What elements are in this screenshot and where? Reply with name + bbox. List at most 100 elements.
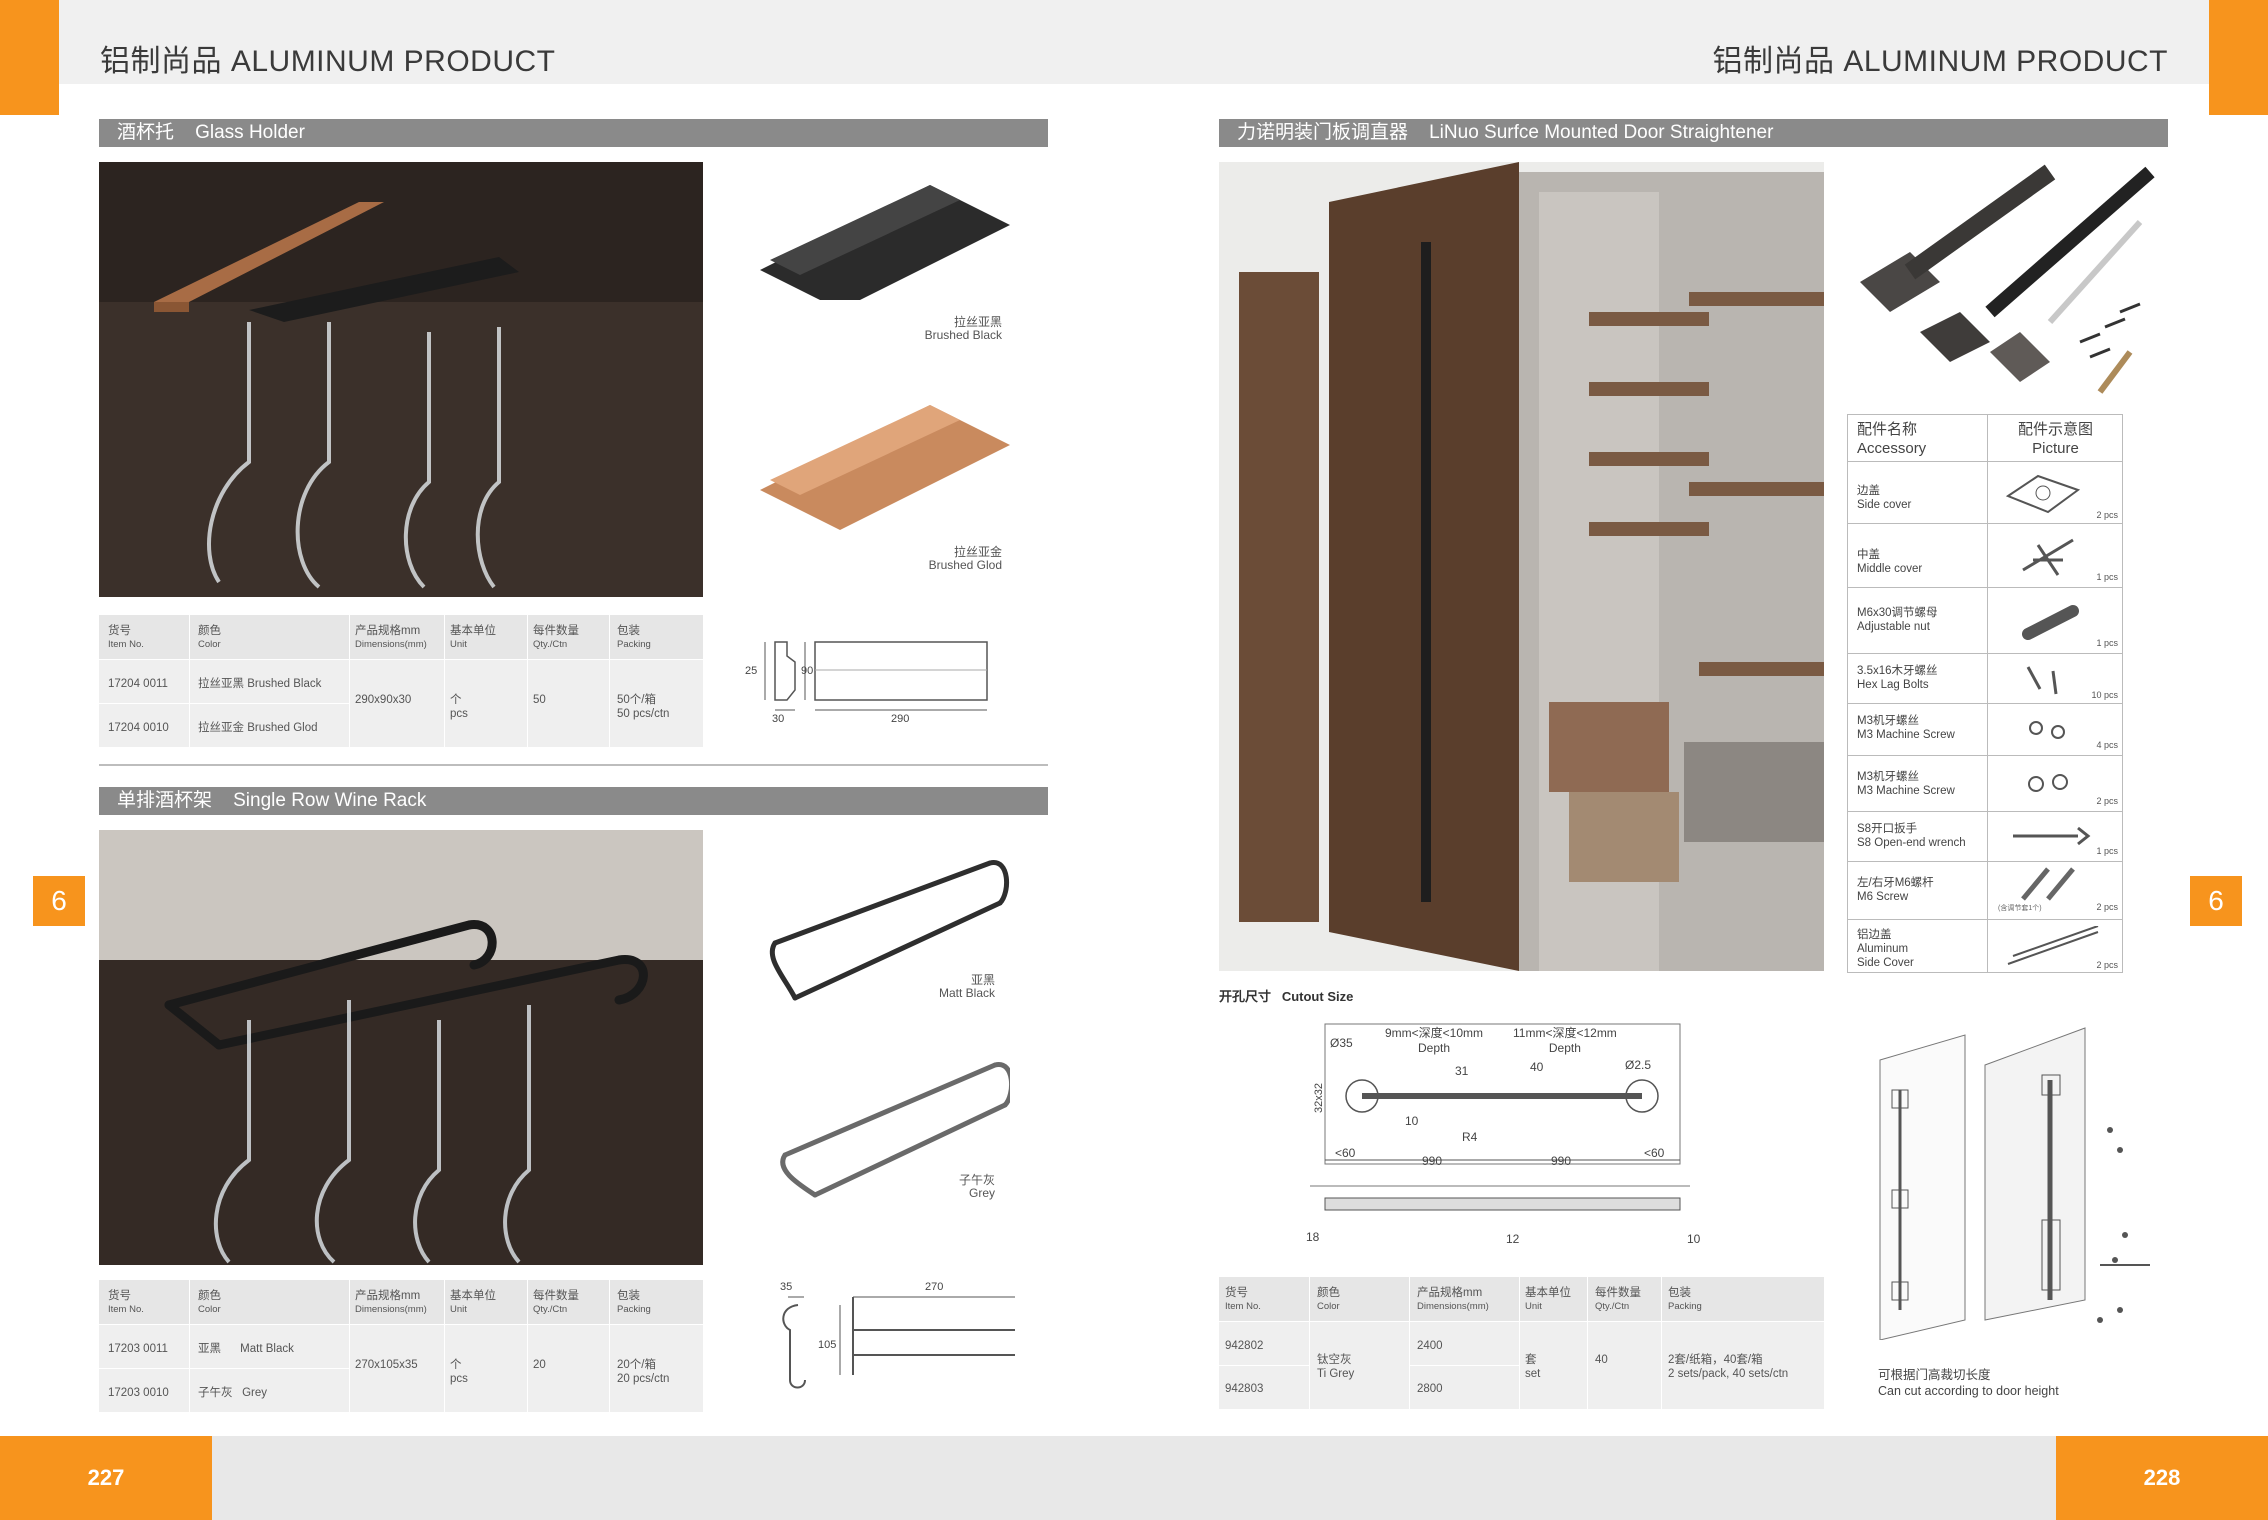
glass-holder-photo-illustration — [99, 162, 703, 597]
cutout-d25: Ø2.5 — [1625, 1058, 1652, 1072]
header-color-en: Color — [198, 1304, 221, 1315]
cutout-990-right: 990 — [1551, 1154, 1572, 1168]
hardware-illustration — [1860, 164, 2155, 394]
hex-lag-bolts-icon — [2026, 666, 2058, 695]
cutout-depth1: 9mm<深度<10mm Depth — [1385, 1026, 1484, 1055]
header-item-en: Item No. — [1225, 1301, 1261, 1312]
header-packing-cn: 包装 — [1668, 1287, 1691, 1299]
accessory-qty: 10 pcs — [2091, 690, 2118, 700]
installation-svg — [1879, 1027, 2150, 1341]
cutout-31: 31 — [1455, 1064, 1469, 1078]
m6-screw-icon — [2021, 867, 2075, 901]
qty-value: 40 — [1595, 1354, 1608, 1366]
wine-rack-spec-table: 货号 Item No. 颜色 Color 产品规格mm Dimensions(mm) … — [99, 1280, 703, 1412]
header-dim-en: Dimensions(mm) — [355, 639, 427, 650]
cutout-12: 12 — [1506, 1232, 1520, 1246]
packing-cn: 50个/箱 — [617, 694, 656, 706]
left-page-title: 铝制尚品 ALUMINUM PRODUCT — [100, 45, 556, 78]
header-item-cn: 货号 — [1225, 1287, 1248, 1299]
right-chapter-tab: 6 — [2190, 876, 2242, 926]
cutout-18: 18 — [1306, 1230, 1320, 1244]
cutout-drawing-svg — [1310, 1023, 1690, 1211]
accessory-qty: 2 pcs — [2096, 960, 2118, 970]
header-qty-cn: 每件数量 — [533, 625, 579, 637]
dim-35: 35 — [780, 1281, 793, 1293]
cutout-10-bottom: 10 — [1687, 1232, 1701, 1246]
left-chapter-tab: 6 — [33, 876, 85, 926]
unit-en: set — [1525, 1368, 1541, 1380]
color-en: Ti Grey — [1317, 1368, 1355, 1380]
glass-holder-spec-table: 货号 Item No. 颜色 Color 产品规格mm Dimensions(mm) … — [99, 615, 703, 747]
row-dim-1: 2400 — [1417, 1340, 1443, 1352]
header-dim-cn: 产品规格mm — [355, 1290, 421, 1302]
m3-screw-icon — [2029, 721, 2065, 739]
accessory-row: M3机牙螺丝 M3 Machine Screw 4 pcs — [1848, 703, 2122, 755]
cutout-drawing: Ø35 9mm<深度<10mm Depth 11mm<深度<12mm Depth Ø… — [1306, 1020, 1700, 1252]
header-item-en: Item No. — [108, 1304, 144, 1315]
header-dim-cn: 产品规格mm — [355, 625, 421, 637]
header-item-cn: 货号 — [108, 1290, 131, 1302]
header-packing-cn: 包装 — [617, 1290, 640, 1302]
header-qty-en: Qty./Ctn — [533, 1304, 568, 1315]
row-item-1: 942802 — [1225, 1340, 1264, 1352]
wrench-icon — [2013, 826, 2091, 846]
accessory-qty: 1 pcs — [2096, 846, 2118, 856]
unit-cn: 个 — [450, 694, 462, 706]
header-qty-en: Qty./Ctn — [533, 639, 568, 650]
glass-holder-photo — [99, 162, 703, 597]
cutout-40: 40 — [1530, 1060, 1544, 1074]
brushed-black-holder-image — [760, 185, 1010, 310]
qty-value: 20 — [533, 1359, 546, 1371]
packing-en: 2 sets/pack, 40 sets/ctn — [1668, 1368, 1789, 1380]
header-qty-cn: 每件数量 — [1595, 1287, 1641, 1299]
section-divider — [99, 764, 1048, 766]
m6-screw-note: (含调节套1个) — [1998, 905, 2042, 912]
dimensions-value: 290x90x30 — [355, 694, 412, 706]
unit-cn: 个 — [450, 1359, 462, 1371]
cutout-lt60-right: <60 — [1644, 1146, 1665, 1160]
header-qty-cn: 每件数量 — [533, 1290, 579, 1302]
header-color-en: Color — [1317, 1301, 1340, 1312]
cutout-d35: Ø35 — [1330, 1036, 1353, 1050]
matt-black-caption: 亚黑 Matt Black — [938, 973, 995, 1000]
row-color-1: 拉丝亚黑 Brushed Black — [198, 678, 322, 690]
header-unit-cn: 基本单位 — [1525, 1287, 1571, 1299]
row-color-2: 子午灰 Grey — [198, 1387, 268, 1399]
brushed-gold-holder — [760, 400, 1020, 535]
header-unit-cn: 基本单位 — [450, 1290, 496, 1302]
header-item-cn: 货号 — [108, 625, 131, 637]
row-item-2: 942803 — [1225, 1383, 1264, 1395]
header-unit-en: Unit — [450, 639, 467, 650]
row-item-2: 17203 0010 — [108, 1387, 169, 1399]
middle-cover-icon — [2022, 538, 2074, 576]
accessory-row: M3机牙螺丝 M3 Machine Screw 2 pcs — [1848, 755, 2122, 811]
wine-rack-dimension-svg — [782, 1296, 1015, 1389]
dimensions-value: 270x105x35 — [355, 1359, 418, 1371]
header-color-cn: 颜色 — [198, 625, 221, 637]
glass-holder-dimension-drawing: 25 90 30 290 — [745, 630, 1005, 730]
brushed-black-caption: 拉丝亚黑 Brushed Black — [924, 315, 1002, 342]
row-color-1: 亚黑 Matt Black — [198, 1343, 294, 1355]
right-page-number: 228 — [2056, 1436, 2268, 1520]
dim-290: 290 — [891, 713, 910, 725]
cutout-r4: R4 — [1462, 1130, 1478, 1144]
side-cover-icon — [2005, 474, 2081, 514]
accessory-header-pic-cn: 配件示意图 — [2017, 421, 2093, 438]
brushed-gold-caption: 拉丝亚金 Brushed Glod — [928, 545, 1002, 572]
wine-rack-dimension-drawing: 35 270 105 — [770, 1281, 1020, 1395]
dim-105: 105 — [818, 1339, 837, 1351]
cutout-32x32: 32x32 — [1312, 1083, 1325, 1113]
accessory-row: 中盖 Middle cover 1 pcs — [1848, 523, 2122, 587]
right-corner-tab — [2209, 0, 2268, 115]
cut-note: 可根据门高裁切长度 Can cut according to door heig… — [1878, 1367, 2059, 1399]
accessory-table: 配件名称 Accessory 配件示意图 Picture 边盖 Side cove… — [1847, 414, 2123, 973]
installation-illustration — [1870, 1020, 2170, 1341]
accessory-row: S8开口扳手 S8 Open-end wrench 1 pcs — [1848, 811, 2122, 861]
cabinet-photo-illustration — [1219, 162, 1824, 971]
header-dim-en: Dimensions(mm) — [355, 1304, 427, 1315]
accessory-qty: 2 pcs — [2096, 796, 2118, 806]
accessory-header-name-cn: 配件名称 — [1857, 421, 1918, 438]
accessory-row: 边盖 Side cover 2 pcs — [1848, 461, 2122, 523]
unit-en: pcs — [450, 708, 468, 720]
dim-270: 270 — [925, 1281, 944, 1293]
